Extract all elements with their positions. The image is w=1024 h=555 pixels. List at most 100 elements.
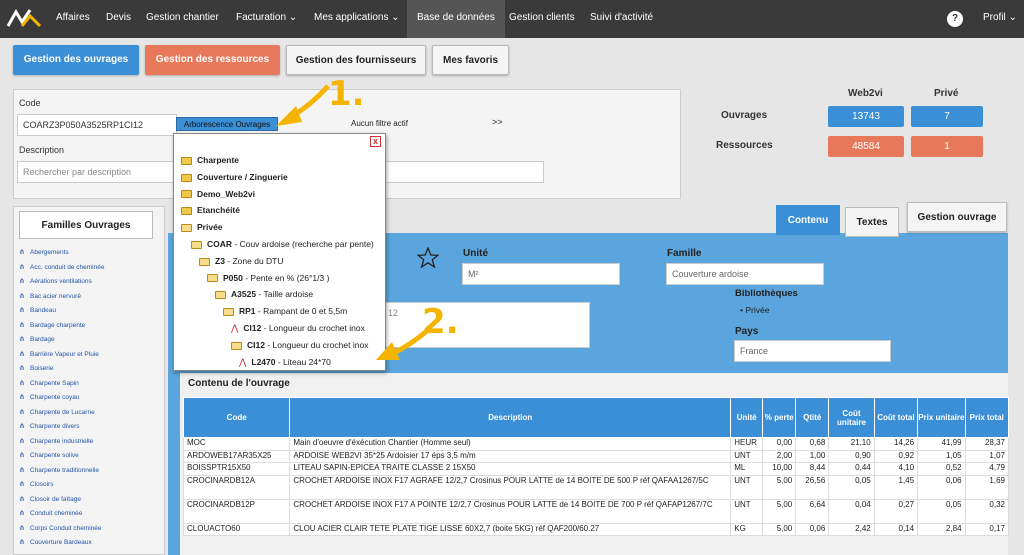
help-icon[interactable]: ? <box>947 11 963 27</box>
tab-mes-favoris[interactable]: Mes favoris <box>432 45 509 75</box>
col-cout-unitaire[interactable]: Coût unitaire <box>828 397 875 438</box>
table-row[interactable]: CROCINARDB12A CROCHET ARDOISE INOX F17 AG… <box>182 474 1010 500</box>
folder-icon <box>207 274 218 283</box>
sidebar-item[interactable]: ⋔ Barrière Vapeur et Pluie <box>19 350 99 364</box>
tree-node[interactable]: Couverture / Zinguerie <box>181 169 288 186</box>
table-cell: ARDOISE WEB2VI 35*25 Ardoisier 17 éps 3,… <box>289 449 732 463</box>
table-cell: KG <box>730 522 764 536</box>
col-unite[interactable]: Unité <box>730 397 764 438</box>
pays-label: Pays <box>735 326 759 337</box>
sidebar-item[interactable]: ⋔ Boiserie <box>19 364 53 378</box>
col-prix-unitaire[interactable]: Prix unitaire <box>917 397 966 438</box>
tree-node-icon: ⋔ <box>19 321 25 329</box>
sidebar-item[interactable]: ⋔ Couverture Bardeaux <box>19 538 92 552</box>
sidebar-item[interactable]: ⋔ Corps Conduit cheminée <box>19 524 102 538</box>
tree-node[interactable]: Demo_Web2vi <box>181 186 255 203</box>
sidebar-item[interactable]: ⋔ Bac acier nervuré <box>19 292 81 306</box>
col-prix-total[interactable]: Prix total <box>964 397 1010 438</box>
nav-suivi-activite[interactable]: Suivi d'activité <box>590 0 653 38</box>
description-label: Description <box>19 145 65 155</box>
table-cell: UNT <box>730 474 764 500</box>
sidebar-item[interactable]: ⋔ Bardage charpente <box>19 321 85 335</box>
table-row[interactable]: CLOUACTO60 CLOU ACIER CLAIR TETE PLATE TI… <box>182 522 1010 536</box>
nav-mes-applications[interactable]: Mes applications ⌄ <box>314 0 400 38</box>
table-row[interactable]: CROCINARDB12P CROCHET ARDOISE INOX F17 A … <box>182 498 1010 524</box>
tree-node[interactable]: CI12 - Longueur du crochet inox <box>231 337 368 354</box>
sidebar-item[interactable]: ⋔ Charpente solive <box>19 451 79 465</box>
table-row[interactable]: ARDOWEB17AR35X25 ARDOISE WEB2VI 35*25 Ard… <box>182 449 1010 463</box>
nav-affaires[interactable]: Affaires <box>56 0 90 38</box>
sidebar-item[interactable]: ⋔ Charpente coyau <box>19 393 80 407</box>
sidebar-item[interactable]: ⋔ Closoirs <box>19 480 53 494</box>
table-cell: 0,52 <box>917 462 966 476</box>
unite-input[interactable]: M² <box>462 263 620 285</box>
sidebar-item[interactable]: ⋔ Conduit cheminée <box>19 509 82 523</box>
table-cell: 0,92 <box>873 449 919 463</box>
famille-input[interactable]: Couverture ardoise <box>666 263 824 285</box>
folder-icon <box>181 156 192 165</box>
tree-node[interactable]: COAR - Couv ardoise (recherche par pente… <box>191 236 374 253</box>
nav-devis[interactable]: Devis <box>106 0 131 38</box>
nav-gestion-chantier[interactable]: Gestion chantier <box>146 0 219 38</box>
star-icon[interactable] <box>417 247 439 269</box>
sidebar-item-label: Abergements <box>30 249 69 256</box>
sidebar-item[interactable]: ⋔ Bardage <box>19 335 55 349</box>
ouvrages-prive-count: 7 <box>911 106 983 127</box>
sidebar-item[interactable]: ⋔ Charpente traditionnelle <box>19 466 99 480</box>
logo-icon[interactable] <box>6 6 42 30</box>
sidebar-item[interactable]: ⋔ Acc. conduit de cheminée <box>19 263 104 277</box>
nav-gestion-clients[interactable]: Gestion clients <box>509 0 575 38</box>
nav-profil[interactable]: Profil ⌄ <box>983 0 1017 38</box>
folder-icon <box>215 291 226 300</box>
tab-gestion-ressources[interactable]: Gestion des ressources <box>145 45 280 75</box>
tree-node[interactable]: ⋀ L2470 - Liteau 24*70 <box>239 354 331 371</box>
tree-node[interactable]: P050 - Pente en % (26°1/3 ) <box>207 270 329 287</box>
tree-node-icon: ⋔ <box>19 336 25 343</box>
table-row[interactable]: MOC Main d'oeuvre d'éxécution Chantier (H… <box>182 437 1010 451</box>
tab-gestion-ouvrages[interactable]: Gestion des ouvrages <box>13 45 139 75</box>
tree-node-code: Etanchéité <box>197 205 240 216</box>
tree-node[interactable]: Etanchéité <box>181 202 240 219</box>
sidebar-item[interactable]: ⋔ Bandeau <box>19 306 56 320</box>
col-qtite[interactable]: Qtité <box>795 397 830 438</box>
gestion-ouvrage-button[interactable]: Gestion ouvrage <box>907 202 1007 232</box>
sidebar-item-label: Charpente traditionnelle <box>30 466 100 474</box>
nav-facturation[interactable]: Facturation ⌄ <box>236 0 297 38</box>
table-cell: 2,42 <box>828 522 875 536</box>
col-code[interactable]: Code <box>182 397 291 438</box>
tree-node[interactable]: Charpente <box>181 152 239 169</box>
table-cell: 8,44 <box>795 462 830 476</box>
tree-node[interactable]: Privée <box>181 219 223 236</box>
tab-contenu[interactable]: Contenu <box>776 205 840 235</box>
sidebar-item[interactable]: ⋔ Abergements <box>19 248 69 262</box>
code-input[interactable]: COARZ3P050A3525RP1CI12 <box>17 114 177 136</box>
nav-base-de-donnees[interactable]: Base de données <box>407 0 505 38</box>
bibliotheque-item-label: Privée <box>745 305 770 315</box>
sidebar-item[interactable]: ⋔ Charpente divers <box>19 422 80 436</box>
col-cout-total[interactable]: Coût total <box>873 397 919 438</box>
pays-input[interactable]: France <box>734 340 891 362</box>
sidebar-item-label: Corps Conduit cheminée <box>30 524 102 532</box>
sidebar-item[interactable]: ⋔ Charpente industrielle <box>19 437 93 451</box>
next-arrows[interactable]: >> <box>492 117 503 127</box>
sidebar-item-label: Acc. conduit de cheminée <box>30 263 105 271</box>
sidebar-item-label: Charpente de Lucarne <box>30 408 95 416</box>
arborescence-button[interactable]: Arborescence Ouvrages <box>176 117 278 131</box>
tree-node[interactable]: A3525 - Taille ardoise <box>215 286 313 303</box>
tree-node-icon: ⋔ <box>19 350 25 358</box>
col-description[interactable]: Description <box>289 397 732 438</box>
sidebar-item[interactable]: ⋔ Charpente de Lucarne <box>19 408 95 422</box>
tab-textes[interactable]: Textes <box>845 207 899 237</box>
sidebar-item[interactable]: ⋔ Aérations ventilations <box>19 277 92 291</box>
table-cell: 0,06 <box>795 522 830 536</box>
tab-gestion-fournisseurs[interactable]: Gestion des fournisseurs <box>286 45 426 75</box>
tree-node[interactable]: Z3 - Zone du DTU <box>199 253 284 270</box>
tree-node-code: Charpente <box>197 155 240 165</box>
col-perte[interactable]: % perte <box>762 397 797 438</box>
tree-node[interactable]: ⋀ CI12 - Longueur du crochet inox <box>231 320 365 337</box>
table-row[interactable]: BOISSPTR15X50 LITEAU SAPIN-EPICEA TRAITE … <box>182 462 1010 476</box>
sidebar-item[interactable]: ⋔ Closoir de faîtage <box>19 495 81 509</box>
tree-node[interactable]: RP1 - Rampant de 0 et 5,5m <box>223 303 347 320</box>
close-icon[interactable]: x <box>370 136 381 147</box>
sidebar-item[interactable]: ⋔ Charpente Sapin <box>19 379 79 393</box>
